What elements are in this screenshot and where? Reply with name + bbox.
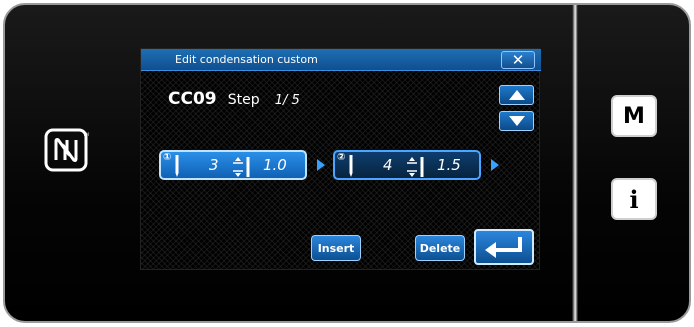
step-position: 1/ 5 <box>274 93 300 108</box>
stitch-count: 4 <box>383 156 393 174</box>
stitch-pitch-icon <box>233 157 250 177</box>
mode-button[interactable]: M <box>611 95 657 137</box>
stitch-pitch-icon <box>407 157 424 177</box>
delete-button[interactable]: Delete <box>415 235 465 261</box>
lcd-screen: Edit condensation custom ✕ CC09 Step 1/ … <box>140 48 541 270</box>
stitch-length: 1.0 <box>263 156 287 174</box>
up-arrow-icon <box>508 90 525 100</box>
step-index: ① <box>163 152 172 163</box>
step-index: ② <box>337 152 346 163</box>
device-panel: TM Edit condensation custom ✕ CC09 Step … <box>3 3 691 323</box>
step-header: CC09 Step 1/ 5 <box>168 89 300 109</box>
step-down-button[interactable] <box>499 111 534 131</box>
enter-button[interactable] <box>474 229 534 265</box>
insert-button[interactable]: Insert <box>311 235 361 261</box>
stitch-step-2[interactable]: ② 4 1.5 <box>333 150 481 180</box>
step-arrow-icon <box>491 159 499 171</box>
enter-icon <box>485 237 522 258</box>
step-arrow-icon <box>317 159 325 171</box>
stitch-count: 3 <box>209 156 219 174</box>
step-label: Step <box>227 92 260 108</box>
panel-divider <box>572 5 578 321</box>
svg-text:TM: TM <box>82 132 89 137</box>
close-button[interactable]: ✕ <box>501 51 535 69</box>
needle-icon <box>175 155 179 177</box>
down-arrow-icon <box>508 116 525 126</box>
close-icon: ✕ <box>511 50 525 69</box>
nfc-icon: TM <box>44 128 89 172</box>
stitch-length: 1.5 <box>437 156 461 174</box>
info-button[interactable]: i <box>611 178 657 220</box>
step-up-button[interactable] <box>499 85 534 105</box>
needle-icon <box>349 155 353 177</box>
dialog-title-bar: Edit condensation custom ✕ <box>141 49 541 71</box>
stitch-step-1[interactable]: ① 3 1.0 <box>159 150 307 180</box>
pattern-code: CC09 <box>168 89 217 109</box>
dialog-title: Edit condensation custom <box>175 53 318 66</box>
